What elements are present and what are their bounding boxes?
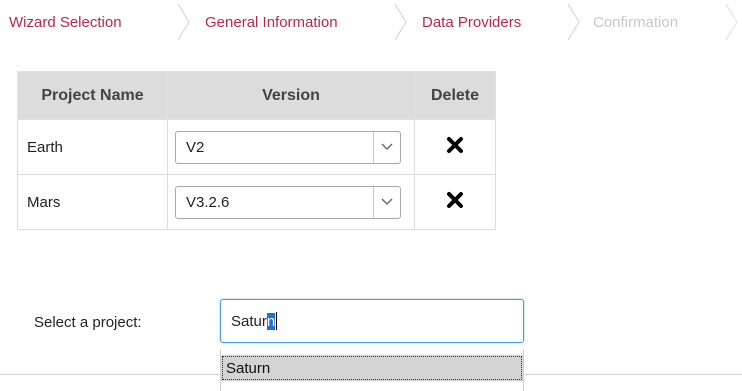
step-separator-icon — [394, 3, 407, 41]
project-name-cell: Earth — [17, 119, 168, 175]
step-separator-icon — [725, 3, 738, 41]
text-caret — [276, 312, 278, 330]
delete-cell — [414, 119, 496, 175]
wizard-breadcrumb: Wizard Selection General Information Dat… — [0, 0, 742, 44]
column-header-project-name: Project Name — [17, 71, 168, 120]
version-select-value: V2 — [186, 138, 205, 156]
chevron-down-icon[interactable] — [373, 131, 400, 163]
version-select-value: V3.2.6 — [186, 193, 230, 211]
chevron-down-icon[interactable] — [373, 186, 400, 218]
project-autocomplete-input[interactable]: Satur n — [220, 299, 524, 343]
column-header-delete: Delete — [414, 71, 496, 120]
delete-cell — [414, 174, 496, 230]
wizard-step-confirmation: Confirmation — [593, 13, 679, 31]
table-row: Earth V2 — [17, 119, 496, 175]
projects-table: Project Name Version Delete Earth V2 Mar… — [17, 71, 496, 230]
wizard-page: Wizard Selection General Information Dat… — [0, 0, 742, 391]
close-x-icon[interactable] — [445, 135, 465, 155]
step-separator-icon — [567, 3, 580, 41]
suggestion-dropdown: Saturn — [220, 349, 524, 391]
suggestion-item[interactable]: Saturn — [221, 355, 523, 381]
typed-text: Satur — [231, 312, 267, 330]
select-project-label: Select a project: — [34, 314, 142, 331]
version-cell: V2 — [167, 119, 415, 175]
project-name-cell: Mars — [17, 174, 168, 230]
version-select[interactable]: V3.2.6 — [175, 185, 401, 219]
wizard-step-data-providers[interactable]: Data Providers — [422, 0, 521, 44]
autocomplete-selection: n — [266, 312, 276, 330]
table-header-row: Project Name Version Delete — [17, 71, 496, 120]
version-select[interactable]: V2 — [175, 130, 401, 164]
version-cell: V3.2.6 — [167, 174, 415, 230]
wizard-step-general-information[interactable]: General Information — [205, 0, 338, 44]
step-separator-icon — [177, 3, 190, 41]
wizard-step-wizard-selection[interactable]: Wizard Selection — [9, 0, 122, 44]
close-x-icon[interactable] — [445, 190, 465, 210]
table-row: Mars V3.2.6 — [17, 174, 496, 230]
column-header-version: Version — [167, 71, 415, 120]
